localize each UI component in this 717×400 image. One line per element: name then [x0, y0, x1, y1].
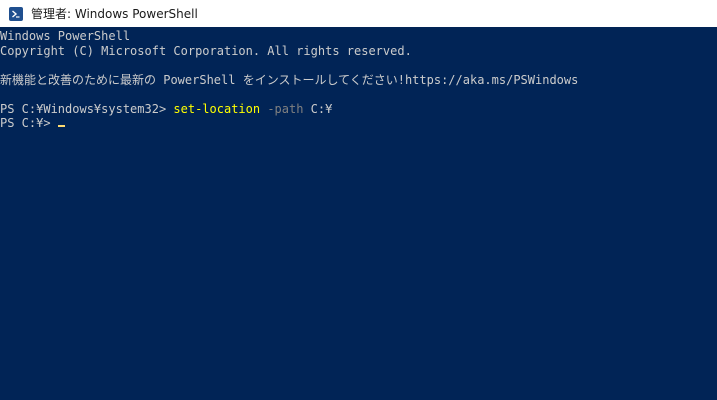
command-line-2[interactable]: PS C:¥> [0, 116, 717, 131]
console-area[interactable]: Windows PowerShell Copyright (C) Microso… [0, 27, 717, 400]
parameter-name: -path [260, 101, 304, 116]
command-line-1: PS C:¥Windows¥system32> set-location -pa… [0, 102, 717, 117]
command-text: set-location [173, 101, 261, 116]
prompt-text: PS C:¥Windows¥system32> [0, 101, 174, 116]
title-bar[interactable]: 管理者: Windows PowerShell [0, 0, 717, 27]
powershell-icon [9, 6, 23, 21]
window-title: 管理者: Windows PowerShell [31, 7, 198, 21]
prompt-text: PS C:¥> [0, 116, 58, 130]
powershell-window: 管理者: Windows PowerShell Windows PowerShe… [0, 0, 717, 400]
text-cursor [57, 125, 65, 127]
banner-line-2: Copyright (C) Microsoft Corporation. All… [0, 43, 412, 58]
parameter-value: C:¥ [303, 101, 333, 116]
banner-line-1: Windows PowerShell [0, 29, 131, 43]
update-notice: 新機能と改善のために最新の PowerShell をインストールしてください!h… [0, 72, 579, 87]
